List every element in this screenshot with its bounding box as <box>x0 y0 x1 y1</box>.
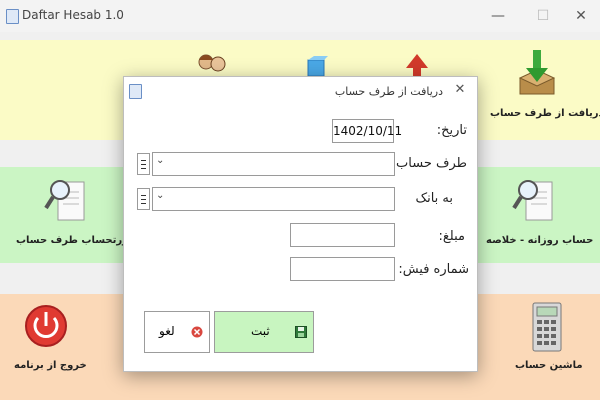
party-select[interactable]: ⌄ <box>152 152 395 176</box>
save-icon <box>295 326 307 338</box>
calculator-icon[interactable] <box>532 302 562 352</box>
party-label: طرف حساب: <box>391 156 467 171</box>
chevron-down-icon: ⌄ <box>156 155 165 166</box>
magnifier-document-icon[interactable] <box>512 176 556 226</box>
users-icon[interactable] <box>194 52 230 76</box>
submit-button[interactable]: ثبت <box>214 311 314 353</box>
close-button[interactable]: ✕ <box>570 5 592 27</box>
amount-field[interactable] <box>290 223 395 247</box>
tile-receive-from-party-label[interactable]: دریافت از طرف حساب <box>490 108 600 119</box>
date-field[interactable]: 1402/10/11 <box>332 119 402 143</box>
dialog-close-button[interactable]: ✕ <box>451 80 469 100</box>
tile-party-statement-label[interactable]: صورتحساب طرف حساب <box>16 235 138 246</box>
cube-icon[interactable] <box>306 56 328 76</box>
bank-lookup-button[interactable] <box>137 188 150 210</box>
dialog-title: دریافت از طرف حساب <box>334 85 443 98</box>
magnifier-document-icon[interactable] <box>44 176 88 226</box>
red-arrow-icon[interactable] <box>404 52 430 76</box>
date-label: تاریخ: <box>436 123 467 138</box>
tile-daily-account-summary-label[interactable]: حساب روزانه - خلاصه <box>486 235 593 246</box>
party-lookup-button[interactable] <box>137 153 150 175</box>
cancel-icon <box>191 326 203 338</box>
chevron-down-icon: ⌄ <box>156 190 165 201</box>
bank-label: به بانک <box>415 191 453 206</box>
amount-label: مبلغ: <box>438 229 466 244</box>
minimize-button[interactable]: — <box>487 5 509 27</box>
cancel-button[interactable]: لغو <box>144 311 210 353</box>
download-box-icon[interactable] <box>514 48 560 98</box>
tile-exit-program-label[interactable]: خروج از برنامه <box>14 360 87 371</box>
receipt-number-label: شماره فیش: <box>398 262 469 277</box>
window-title: Daftar Hesab 1.0 <box>22 8 124 22</box>
maximize-button[interactable]: ☐ <box>532 5 554 27</box>
receive-dialog: دریافت از طرف حساب ✕ تاریخ: 1402/10/11 ط… <box>123 76 478 372</box>
bank-select[interactable]: ⌄ <box>152 187 395 211</box>
tile-calculator-label[interactable]: ماشین حساب <box>515 360 583 371</box>
app-icon <box>6 9 19 24</box>
title-bar: Daftar Hesab 1.0 — ☐ ✕ <box>0 0 600 32</box>
cancel-button-label: لغو <box>159 324 175 338</box>
receipt-number-field[interactable] <box>290 257 395 281</box>
app-icon <box>129 84 142 99</box>
power-icon[interactable] <box>24 304 68 348</box>
submit-button-label: ثبت <box>251 324 270 338</box>
